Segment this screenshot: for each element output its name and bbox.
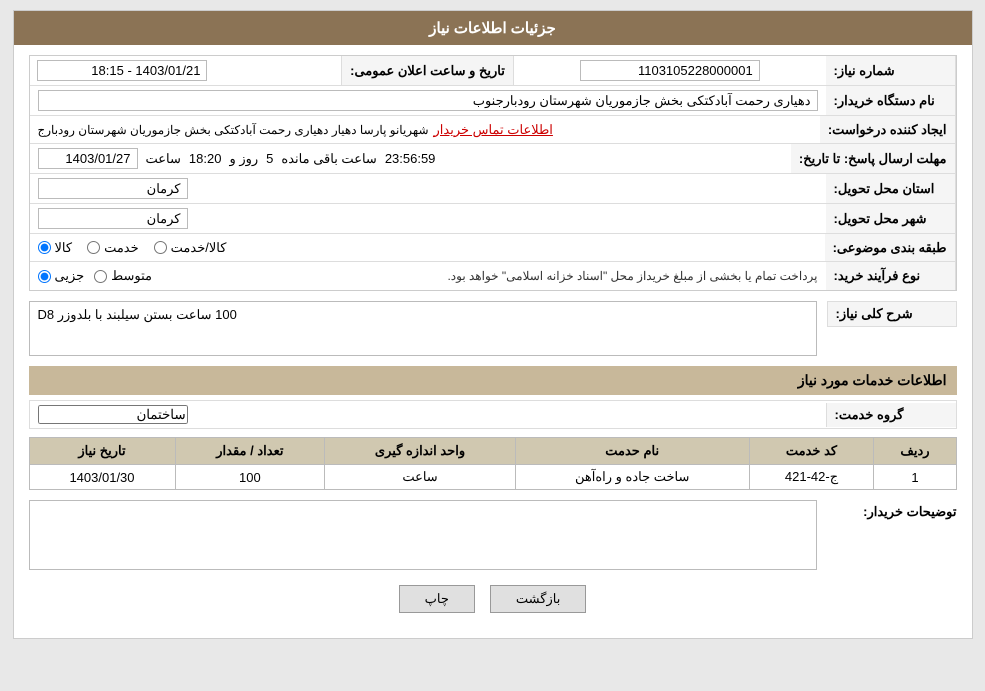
row-category: طبقه بندی موضوعی: کالا/خدمت خدمت کالا [30, 234, 956, 262]
label-date: تاریخ و ساعت اعلان عمومی: [341, 56, 514, 85]
print-button[interactable]: چاپ [399, 585, 475, 613]
radio-kala-khedmat[interactable]: کالا/خدمت [154, 240, 227, 256]
value-city [30, 204, 826, 233]
radio-jozvi[interactable]: جزیی [38, 268, 85, 284]
row-city: شهر محل تحویل: [30, 204, 956, 234]
button-row: بازگشت چاپ [29, 585, 957, 628]
input-group[interactable] [38, 405, 188, 424]
label-motavaset: متوسط [111, 268, 152, 284]
services-table: ردیف کد خدمت نام حدمت واحد اندازه گیری ت… [29, 437, 957, 490]
row-process: نوع فرآیند خرید: پرداخت تمام یا بخشی از … [30, 262, 956, 290]
summary-section: شرح کلی نیاز: 100 ساعت بستن سیلبند با بل… [29, 301, 957, 356]
label-jozvi: جزیی [55, 268, 85, 284]
info-section: شماره نیاز: تاریخ و ساعت اعلان عمومی: نا… [29, 55, 957, 291]
row-province: استان محل تحویل: [30, 174, 956, 204]
label-deadline: مهلت ارسال پاسخ: تا تاریخ: [791, 144, 956, 173]
cell-unit: ساعت [325, 465, 516, 490]
label-org-name: نام دستگاه خریدار: [826, 86, 956, 115]
cell-qty: 100 [175, 465, 325, 490]
value-deadline: 23:56:59 ساعت باقی مانده 5 روز و 18:20 س… [30, 144, 791, 173]
row-org-name: نام دستگاه خریدار: [30, 86, 956, 116]
cell-date: 1403/01/30 [29, 465, 175, 490]
label-city: شهر محل تحویل: [826, 204, 956, 233]
label-kala: کالا [55, 240, 73, 256]
input-deadline-date[interactable] [38, 148, 138, 169]
creator-value-text: شهریانو پارسا دهیار دهیاری رحمت آبادکتکی… [38, 123, 429, 137]
label-province: استان محل تحویل: [826, 174, 956, 203]
label-khedmat: خدمت [104, 240, 139, 256]
input-date[interactable] [37, 60, 207, 81]
page-title: جزئیات اطلاعات نیاز [14, 11, 972, 45]
cell-name: ساخت جاده و راه‌آهن [515, 465, 749, 490]
col-date: تاریخ نیاز [29, 438, 175, 465]
value-date [29, 56, 341, 85]
desc-section: توضیحات خریدار: [29, 500, 957, 570]
deadline-time-value: 18:20 [189, 151, 222, 166]
col-qty: تعداد / مقدار [175, 438, 325, 465]
row-creator: ایجاد کننده درخواست: اطلاعات تماس خریدار… [30, 116, 956, 144]
radio-input-jozvi[interactable] [38, 270, 51, 283]
summary-box: 100 ساعت بستن سیلبند با بلدوزر D8 [29, 301, 817, 356]
group-row: گروه خدمت: [29, 400, 957, 429]
value-group [30, 401, 826, 428]
deadline-days-value: 5 [266, 151, 273, 166]
remaining-time: 23:56:59 [385, 151, 436, 166]
col-name: نام حدمت [515, 438, 749, 465]
col-row: ردیف [874, 438, 956, 465]
label-category: طبقه بندی موضوعی: [825, 234, 956, 261]
label-days: روز و [229, 151, 258, 167]
label-kala-khedmat: کالا/خدمت [171, 240, 227, 256]
creator-contact-link[interactable]: اطلاعات تماس خریدار [434, 122, 553, 138]
radio-input-khedmat[interactable] [87, 241, 100, 254]
radio-motavaset[interactable]: متوسط [94, 268, 152, 284]
value-process: پرداخت تمام یا بخشی از مبلغ خریداز محل "… [30, 262, 826, 290]
row-deadline: مهلت ارسال پاسخ: تا تاریخ: 23:56:59 ساعت… [30, 144, 956, 174]
value-need-number [514, 56, 826, 85]
services-title: اطلاعات خدمات مورد نیاز [29, 366, 957, 395]
process-notice: پرداخت تمام یا بخشی از مبلغ خریداز محل "… [447, 269, 817, 283]
label-remaining: ساعت باقی مانده [281, 151, 376, 167]
radio-kala[interactable]: کالا [38, 240, 73, 256]
value-org-name [30, 86, 826, 115]
input-city[interactable] [38, 208, 188, 229]
value-category: کالا/خدمت خدمت کالا [30, 234, 825, 261]
input-org-name[interactable] [38, 90, 818, 111]
col-code: کد خدمت [749, 438, 874, 465]
radio-input-kala[interactable] [38, 241, 51, 254]
label-group: گروه خدمت: [826, 403, 956, 427]
label-need-number: شماره نیاز: [826, 56, 956, 85]
table-row: 1 ج-42-421 ساخت جاده و راه‌آهن ساعت 100 … [29, 465, 956, 490]
value-province [30, 174, 826, 203]
input-province[interactable] [38, 178, 188, 199]
cell-row: 1 [874, 465, 956, 490]
back-button[interactable]: بازگشت [490, 585, 586, 613]
buyer-desc-box [29, 500, 817, 570]
label-process: نوع فرآیند خرید: [826, 262, 956, 290]
page-container: جزئیات اطلاعات نیاز شماره نیاز: تاریخ و … [13, 10, 973, 639]
input-need-number[interactable] [580, 60, 760, 81]
label-creator: ایجاد کننده درخواست: [820, 116, 956, 143]
col-unit: واحد اندازه گیری [325, 438, 516, 465]
radio-input-motavaset[interactable] [94, 270, 107, 283]
label-time: ساعت [146, 151, 181, 167]
label-summary: شرح کلی نیاز: [827, 301, 957, 327]
summary-value: 100 ساعت بستن سیلبند با بلدوزر D8 [38, 307, 237, 323]
cell-code: ج-42-421 [749, 465, 874, 490]
value-creator: اطلاعات تماس خریدار شهریانو پارسا دهیار … [30, 116, 820, 143]
content-area: شماره نیاز: تاریخ و ساعت اعلان عمومی: نا… [14, 45, 972, 638]
radio-khedmat[interactable]: خدمت [87, 240, 139, 256]
row-need-number: شماره نیاز: تاریخ و ساعت اعلان عمومی: [30, 56, 956, 86]
radio-input-kala-khedmat[interactable] [154, 241, 167, 254]
label-buyer-desc: توضیحات خریدار: [827, 500, 957, 520]
services-section: اطلاعات خدمات مورد نیاز گروه خدمت: ردیف … [29, 366, 957, 490]
